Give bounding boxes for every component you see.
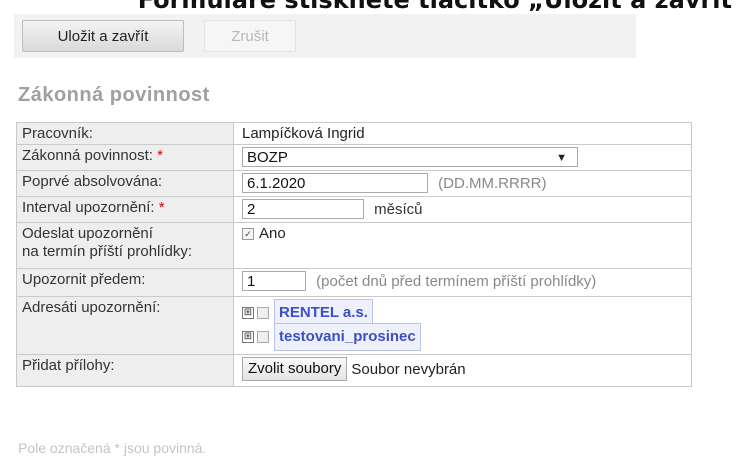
form-row-duty: Zákonná povinnost: * BOZP ▼ — [16, 144, 692, 171]
interval-label-cell: Interval upozornění: * — [16, 196, 234, 223]
form-row-recipients: Adresáti upozornění: ⊞ RENTEL a.s. ⊞ testo… — [16, 296, 692, 355]
choose-files-button[interactable]: Zvolit soubory — [242, 357, 348, 381]
send-notice-value-cell: ✓ Ano — [233, 222, 692, 269]
expand-icon[interactable]: ⊞ — [242, 307, 254, 319]
form-row-first-completed: Poprvé absolvována: 6.1.2020 (DD.MM.RRRR… — [16, 170, 692, 197]
form-row-attachments: Přidat přílohy: Zvolit soubory Soubor nev… — [16, 354, 692, 387]
required-fields-note: Pole označená * jsou povinná. — [18, 440, 207, 456]
duty-value-cell: BOZP ▼ — [233, 144, 692, 171]
form-row-interval: Interval upozornění: * 2 měsíců — [16, 196, 692, 223]
recipient-item: ⊞ RENTEL a.s. — [242, 299, 691, 327]
duty-selected-value: BOZP — [247, 149, 288, 166]
form-row-notify-ahead: Upozornit předem: 1 (počet dnů před term… — [16, 268, 692, 297]
section-title: Zákonná povinnost — [18, 84, 210, 106]
form-row-send-notice: Odeslat upozornění na termín příští proh… — [16, 222, 692, 269]
notify-ahead-input[interactable]: 1 — [242, 271, 306, 291]
interval-value-cell: 2 měsíců — [233, 196, 692, 223]
recipient-checkbox[interactable] — [257, 331, 269, 343]
first-completed-value-cell: 6.1.2020 (DD.MM.RRRR) — [233, 170, 692, 197]
send-notice-label-line2: na termín příští prohlídky: — [22, 243, 193, 260]
interval-input[interactable]: 2 — [242, 199, 364, 219]
dropdown-arrow-icon: ▼ — [556, 152, 567, 164]
first-completed-date-input[interactable]: 6.1.2020 — [242, 173, 428, 193]
duty-label-cell: Zákonná povinnost: * — [16, 144, 234, 171]
recipients-tree: ⊞ RENTEL a.s. ⊞ testovani_prosinec — [233, 296, 692, 355]
cancel-button[interactable]: Zrušit — [204, 20, 296, 52]
send-notice-label-cell: Odeslat upozornění na termín příští proh… — [16, 222, 234, 269]
attachments-label: Přidat přílohy: — [16, 354, 234, 387]
employee-label: Pracovník: — [16, 122, 234, 145]
recipients-label: Adresáti upozornění: — [16, 296, 234, 355]
interval-unit: měsíců — [374, 200, 423, 218]
notify-ahead-value-cell: 1 (počet dnů před termínem příští prohlí… — [233, 268, 692, 297]
first-completed-label: Poprvé absolvována: — [16, 170, 234, 197]
duty-label: Zákonná povinnost: — [22, 147, 153, 164]
notify-ahead-hint: (počet dnů před termínem příští prohlídk… — [316, 272, 597, 290]
required-mark: * — [157, 147, 163, 164]
save-and-close-button[interactable]: Uložit a zavřít — [22, 20, 184, 52]
form-table: Pracovník: Lampíčková Ingrid Zákonná pov… — [16, 122, 692, 387]
recipient-chip[interactable]: testovani_prosinec — [274, 323, 421, 351]
expand-icon[interactable]: ⊞ — [242, 331, 254, 343]
attachments-value-cell: Zvolit soubory Soubor nevybrán — [233, 354, 692, 387]
date-format-hint: (DD.MM.RRRR) — [438, 174, 547, 192]
required-mark: * — [158, 199, 165, 216]
file-status: Soubor nevybrán — [351, 360, 466, 378]
toolbar: Uložit a zavřít Zrušit — [14, 14, 636, 58]
notify-ahead-label: Upozornit předem: — [16, 268, 234, 297]
interval-label: Interval upozornění: — [22, 199, 155, 216]
employee-value: Lampíčková Ingrid — [233, 122, 692, 145]
send-notice-label-line1: Odeslat upozornění — [22, 225, 153, 242]
recipient-item: ⊞ testovani_prosinec — [242, 323, 691, 351]
send-notice-option: Ano — [259, 225, 286, 242]
recipient-checkbox[interactable] — [257, 307, 269, 319]
send-notice-checkbox[interactable]: ✓ — [242, 228, 254, 241]
form-row-employee: Pracovník: Lampíčková Ingrid — [16, 122, 692, 145]
duty-select[interactable]: BOZP ▼ — [242, 147, 578, 167]
